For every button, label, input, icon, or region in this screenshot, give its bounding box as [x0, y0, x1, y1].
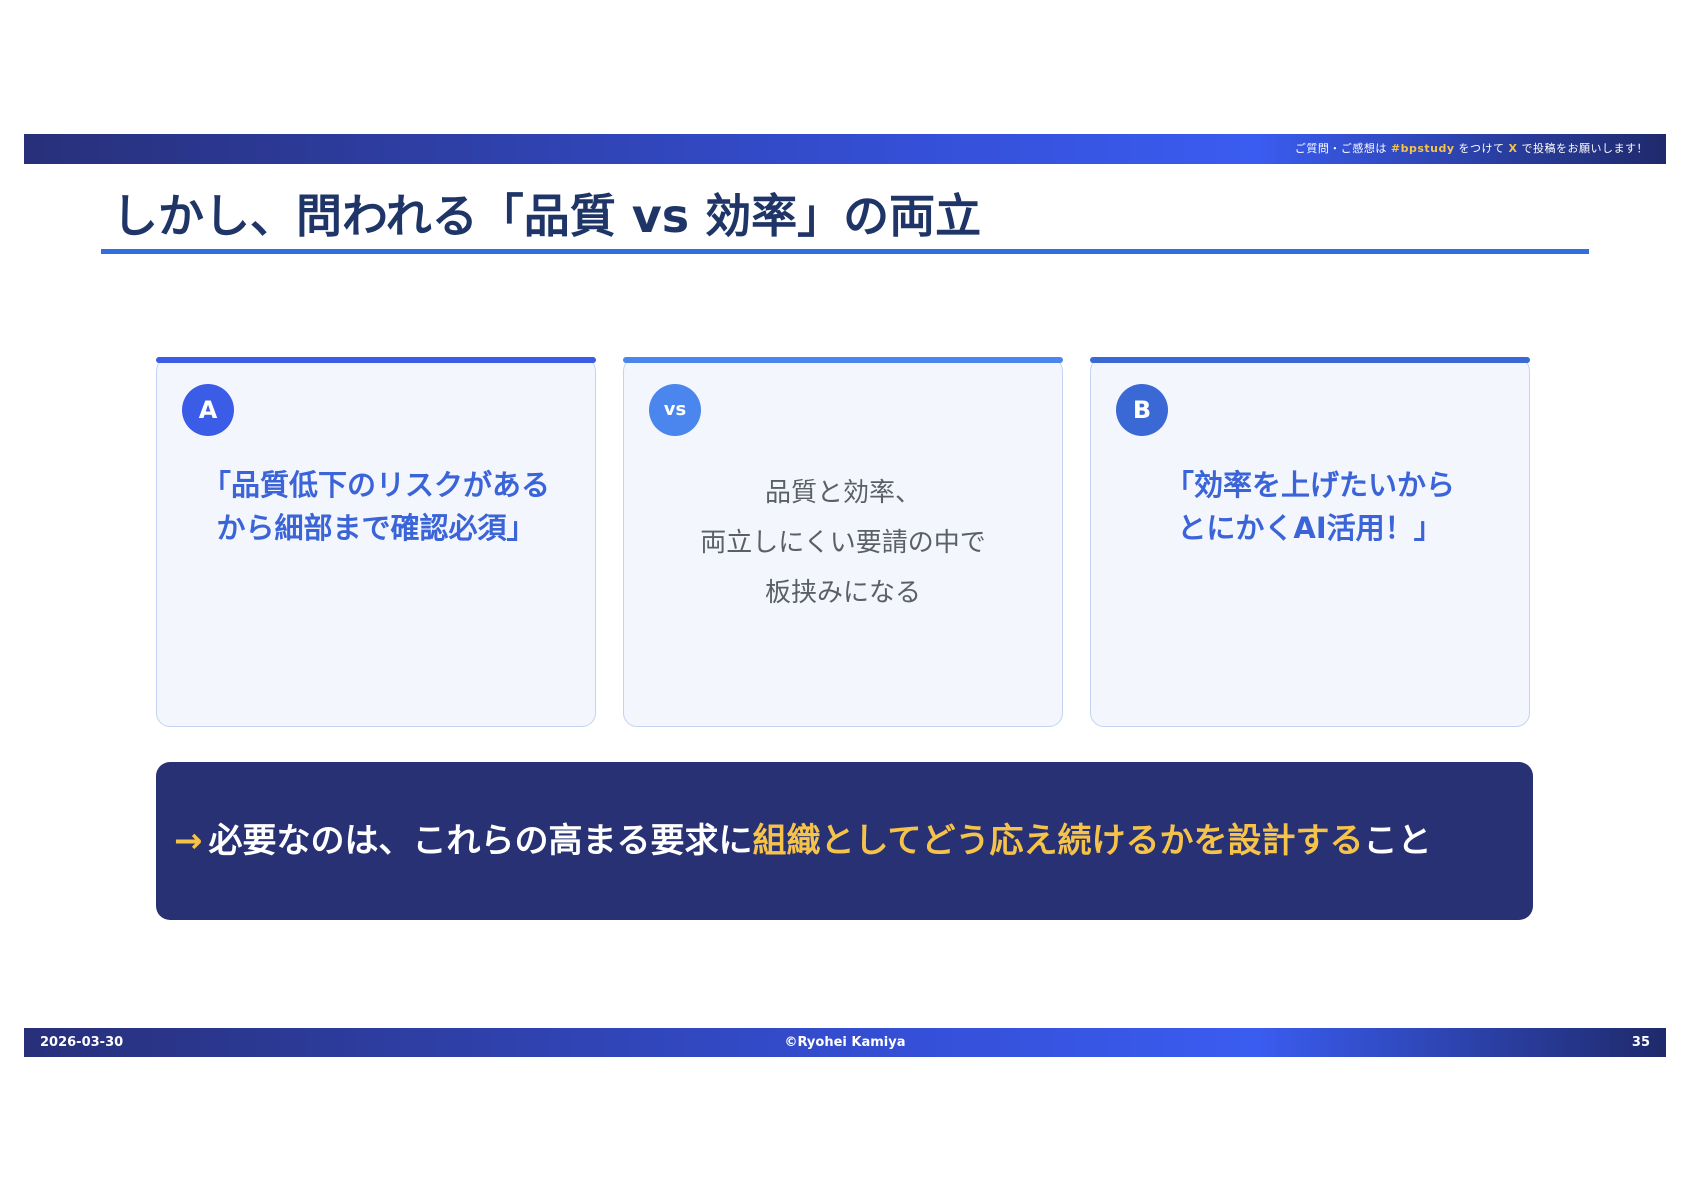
- posting-notice: ご質問・ご感想は #bpstudy をつけて X で投稿をお願いします！: [1295, 134, 1648, 164]
- card-vs: vs 品質と効率、 両立しにくい要請の中で 板挟みになる: [623, 357, 1063, 727]
- header-bar: ご質問・ご感想は #bpstudy をつけて X で投稿をお願いします！: [24, 134, 1666, 164]
- page-number: 35: [1631, 1035, 1650, 1050]
- card-vs-line-1: 品質と効率、: [764, 478, 921, 508]
- card-a-line-1: 「品質低下のリスクがある: [201, 468, 550, 502]
- card-vs-text: 品質と効率、 両立しにくい要請の中で 板挟みになる: [624, 468, 1062, 618]
- conclusion-highlight: 組織としてどう応え続けるかを設計する: [752, 821, 1364, 861]
- hashtag: #bpstudy: [1390, 142, 1455, 155]
- card-a-text: 「品質低下のリスクがある から細部まで確認必須」: [157, 464, 595, 550]
- card-vs-line-3: 板挟みになる: [764, 578, 921, 608]
- arrow-right-icon: →: [174, 821, 203, 861]
- card-accent-bar: [1090, 357, 1530, 363]
- card-b: B 「効率を上げたいから とにかくAI活用！」: [1090, 357, 1530, 727]
- x-label: X: [1508, 142, 1518, 155]
- conclusion-prefix: 必要なのは、これらの高まる要求に: [208, 821, 753, 861]
- card-accent-bar: [156, 357, 596, 363]
- title-underline: [101, 249, 1589, 254]
- card-b-line-1: 「効率を上げたいから: [1164, 468, 1455, 502]
- footer-bar: 2026-03-30 ©Ryohei Kamiya 35: [24, 1028, 1666, 1057]
- card-vs-line-2: 両立しにくい要請の中で: [700, 528, 986, 558]
- conclusion-suffix: こと: [1363, 821, 1432, 861]
- badge-b: B: [1116, 384, 1168, 436]
- slide-title: しかし、問われる「品質 vs 効率」の両立: [112, 189, 982, 243]
- card-a-line-2: から細部まで確認必須」: [216, 511, 536, 545]
- conclusion-banner: → 必要なのは、これらの高まる要求に組織としてどう応え続けるかを設計すること: [156, 762, 1533, 920]
- notice-prefix: ご質問・ご感想は: [1294, 142, 1387, 155]
- card-b-line-2: とにかくAI活用！」: [1177, 511, 1443, 545]
- badge-vs: vs: [649, 384, 701, 436]
- badge-a: A: [182, 384, 234, 436]
- card-a: A 「品質低下のリスクがある から細部まで確認必須」: [156, 357, 596, 727]
- notice-middle: をつけて: [1458, 142, 1505, 155]
- footer-copyright: ©Ryohei Kamiya: [784, 1035, 906, 1050]
- card-accent-bar: [623, 357, 1063, 363]
- card-b-text: 「効率を上げたいから とにかくAI活用！」: [1091, 464, 1529, 550]
- conclusion-text: → 必要なのは、これらの高まる要求に組織としてどう応え続けるかを設計すること: [174, 762, 1431, 920]
- notice-suffix: で投稿をお願いします！: [1521, 142, 1648, 155]
